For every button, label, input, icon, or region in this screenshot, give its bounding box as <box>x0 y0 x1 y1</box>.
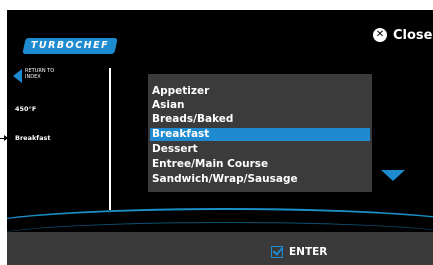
sidebar-divider <box>109 68 111 210</box>
close-label: Close <box>393 27 433 43</box>
list-item[interactable]: Entree/Main Course <box>150 158 370 171</box>
enter-button[interactable]: ENTER <box>271 246 327 258</box>
list-item-selected[interactable]: Breakfast <box>150 128 370 141</box>
turbochef-logo: TURBOCHEF <box>22 38 118 54</box>
scroll-down-icon[interactable] <box>381 170 405 181</box>
footer-bar <box>7 232 433 265</box>
return-to-index-label: RETURN TO INDEX <box>25 68 55 80</box>
list-item[interactable]: Asian <box>150 99 370 112</box>
selected-category-label: Breakfast <box>15 134 51 142</box>
list-item[interactable]: Breads/Baked <box>150 113 370 126</box>
temperature-readout: 450°F <box>15 105 37 113</box>
close-button[interactable]: ✕ Close <box>373 26 432 44</box>
check-icon <box>271 246 283 258</box>
category-list[interactable]: Appetizer Asian Breads/Baked Breakfast D… <box>148 74 372 192</box>
close-icon: ✕ <box>373 28 387 42</box>
oven-screen: TURBOCHEF ✕ Close RETURN TO INDEX 450°F … <box>7 10 433 265</box>
enter-label: ENTER <box>289 246 328 258</box>
return-to-index-button[interactable]: RETURN TO INDEX <box>13 68 65 83</box>
list-item[interactable]: Dessert <box>150 143 370 156</box>
list-item[interactable]: Sandwich/Wrap/Sausage <box>150 173 370 186</box>
back-arrow-icon <box>13 69 22 83</box>
list-item[interactable]: Appetizer <box>150 85 370 98</box>
